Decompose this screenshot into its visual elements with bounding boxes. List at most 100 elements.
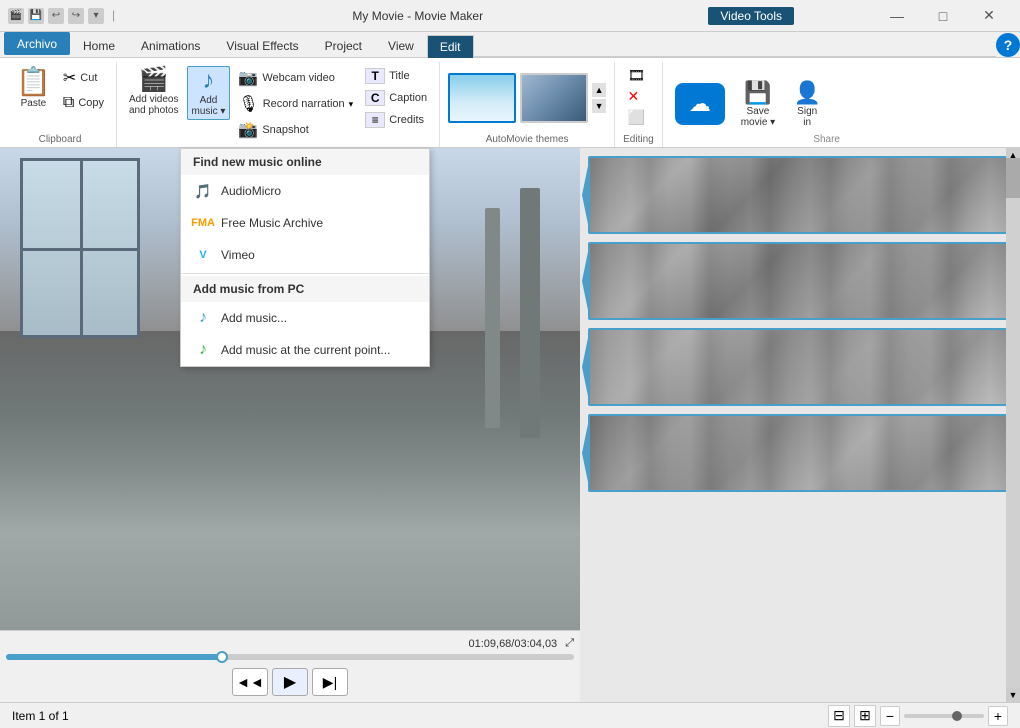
add-music-current-item[interactable]: ♪ Add music at the current point... <box>181 334 429 366</box>
redo-icon-small[interactable]: ↪ <box>68 8 84 24</box>
play-button[interactable]: ▶ <box>272 668 308 696</box>
add-videos-icon: 🎬 <box>139 68 169 92</box>
scrollbar-down[interactable]: ▼ <box>1006 688 1020 702</box>
title-button[interactable]: T Title <box>361 66 431 86</box>
narration-icon: 🎙 <box>238 94 258 114</box>
tab-project[interactable]: Project <box>312 34 375 57</box>
copy-icon: ⧉ <box>63 94 74 112</box>
zoom-controls: ⊟ ⊞ − + <box>828 705 1008 727</box>
video-tools-badge: Video Tools <box>708 7 794 25</box>
snapshot-icon: 📸 <box>238 120 258 140</box>
paste-label: Paste <box>21 98 47 109</box>
theme-scroll-up[interactable]: ▲ <box>592 83 606 97</box>
zoom-slider[interactable] <box>904 714 984 718</box>
scrollbar-thumb[interactable] <box>1006 158 1020 198</box>
tab-animations[interactable]: Animations <box>128 34 213 57</box>
fma-label: Free Music Archive <box>221 216 323 230</box>
tab-view[interactable]: View <box>375 34 427 57</box>
forward-button[interactable]: ▶| <box>312 668 348 696</box>
timeline-area: ▲ ▼ <box>580 148 1020 702</box>
window-frame <box>20 158 140 338</box>
paste-button[interactable]: 📋 Paste <box>12 66 55 111</box>
tab-visual-effects[interactable]: Visual Effects <box>213 34 311 57</box>
vimeo-icon: V <box>193 245 213 265</box>
snapshot-label: Snapshot <box>262 124 308 136</box>
fma-item[interactable]: FMA Free Music Archive <box>181 207 429 239</box>
view-toggle-1[interactable]: ⊟ <box>828 705 850 727</box>
webcam-button[interactable]: 📷 Webcam video <box>234 66 357 90</box>
credits-button[interactable]: ≡ Credits <box>361 110 431 130</box>
pipe <box>520 188 540 438</box>
caption-button[interactable]: C Caption <box>361 88 431 108</box>
zoom-thumb[interactable] <box>952 711 962 721</box>
dropdown-arrow[interactable]: ▾ <box>88 8 104 24</box>
filmstrip-1[interactable] <box>588 156 1012 234</box>
editing-btn-3[interactable]: ⬜ <box>624 108 654 127</box>
pipe2 <box>485 208 500 428</box>
close-button[interactable]: ✕ <box>966 0 1012 32</box>
main-content: 01:09,68/03:04,03 ⤢ ◄◄ ▶ ▶| <box>0 148 1020 702</box>
filmstrip-3[interactable] <box>588 328 1012 406</box>
cut-button[interactable]: ✂ Cut <box>59 66 108 90</box>
theme-thumb-1[interactable] <box>448 73 516 123</box>
sign-in-icon: 👤 <box>793 82 820 104</box>
progress-handle[interactable] <box>216 651 228 663</box>
filmstrip-4[interactable] <box>588 414 1012 492</box>
sign-in-button[interactable]: 👤 Signin <box>787 80 827 130</box>
minimize-button[interactable]: — <box>874 0 920 32</box>
find-music-header: Find new music online <box>181 149 429 175</box>
zoom-minus-button[interactable]: − <box>880 706 900 726</box>
add-music-dropdown: Find new music online 🎵 AudioMicro FMA F… <box>180 148 430 367</box>
tab-archivo[interactable]: Archivo <box>4 32 70 55</box>
save-movie-icon: 💾 <box>744 82 771 104</box>
tab-home[interactable]: Home <box>70 34 128 57</box>
add-music-icon: ♪ <box>202 69 214 93</box>
share-bottom-label: Share <box>813 134 840 145</box>
editing-btn-2[interactable]: ✕ <box>624 87 654 106</box>
editing-btn-1[interactable]: 🎞 <box>624 66 654 85</box>
add-music-current-icon: ♪ <box>193 340 213 360</box>
add-videos-label: Add videos and photos <box>129 94 179 116</box>
automovie-label: AutoMovie themes <box>486 134 569 147</box>
paste-icon: 📋 <box>16 68 51 96</box>
narration-label: Record narration <box>263 98 345 110</box>
window-controls: — □ ✕ <box>874 0 1012 32</box>
maximize-button[interactable]: □ <box>920 0 966 32</box>
save-icon-small[interactable]: 💾 <box>28 8 44 24</box>
theme-thumb-2[interactable] <box>520 73 588 123</box>
zoom-plus-button[interactable]: + <box>988 706 1008 726</box>
add-music-pc-icon: ♪ <box>193 308 213 328</box>
view-toggle-2[interactable]: ⊞ <box>854 705 876 727</box>
progress-bar[interactable] <box>6 654 574 660</box>
filmstrip-2[interactable] <box>588 242 1012 320</box>
add-music-item[interactable]: ♪ Add music... <box>181 302 429 334</box>
add-music-label: Add music... <box>221 311 287 325</box>
save-movie-button[interactable]: 💾 Savemovie ▾ <box>737 80 779 130</box>
help-button[interactable]: ? <box>996 33 1020 57</box>
theme-scroll: ▲ ▼ <box>592 83 606 113</box>
timeline-scrollbar[interactable]: ▲ ▼ <box>1006 148 1020 702</box>
theme-scroll-down[interactable]: ▼ <box>592 99 606 113</box>
editing-group: 🎞 ✕ ⬜ Editing <box>615 62 663 147</box>
tab-edit[interactable]: Edit <box>427 35 474 58</box>
clipboard-small-btns: ✂ Cut ⧉ Copy <box>59 66 108 114</box>
expand-icon[interactable]: ⤢ <box>565 637 574 650</box>
vimeo-item[interactable]: V Vimeo <box>181 239 429 271</box>
clipboard-items: 📋 Paste ✂ Cut ⧉ Copy <box>12 62 108 134</box>
save-movie-group: 💾 Savemovie ▾ <box>737 80 779 130</box>
add-videos-button[interactable]: 🎬 Add videos and photos <box>125 66 183 118</box>
title-label: Title <box>389 70 409 82</box>
filmstrip-inner-3 <box>590 330 1010 404</box>
add-music-label: Addmusic ▾ <box>192 95 226 117</box>
add-music-button[interactable]: ♪ Addmusic ▾ <box>187 66 231 120</box>
rewind-button[interactable]: ◄◄ <box>232 668 268 696</box>
vimeo-label: Vimeo <box>221 248 255 262</box>
snapshot-button[interactable]: 📸 Snapshot <box>234 118 357 142</box>
save-movie-label: Savemovie ▾ <box>741 106 775 128</box>
undo-icon-small[interactable]: ↩ <box>48 8 64 24</box>
copy-button[interactable]: ⧉ Copy <box>59 92 108 114</box>
cloud-button[interactable]: ☁ <box>671 79 729 131</box>
audiomicro-item[interactable]: 🎵 AudioMicro <box>181 175 429 207</box>
time-display: 01:09,68/03:04,03 ⤢ <box>6 637 574 650</box>
narration-button[interactable]: 🎙 Record narration ▾ <box>234 92 357 116</box>
